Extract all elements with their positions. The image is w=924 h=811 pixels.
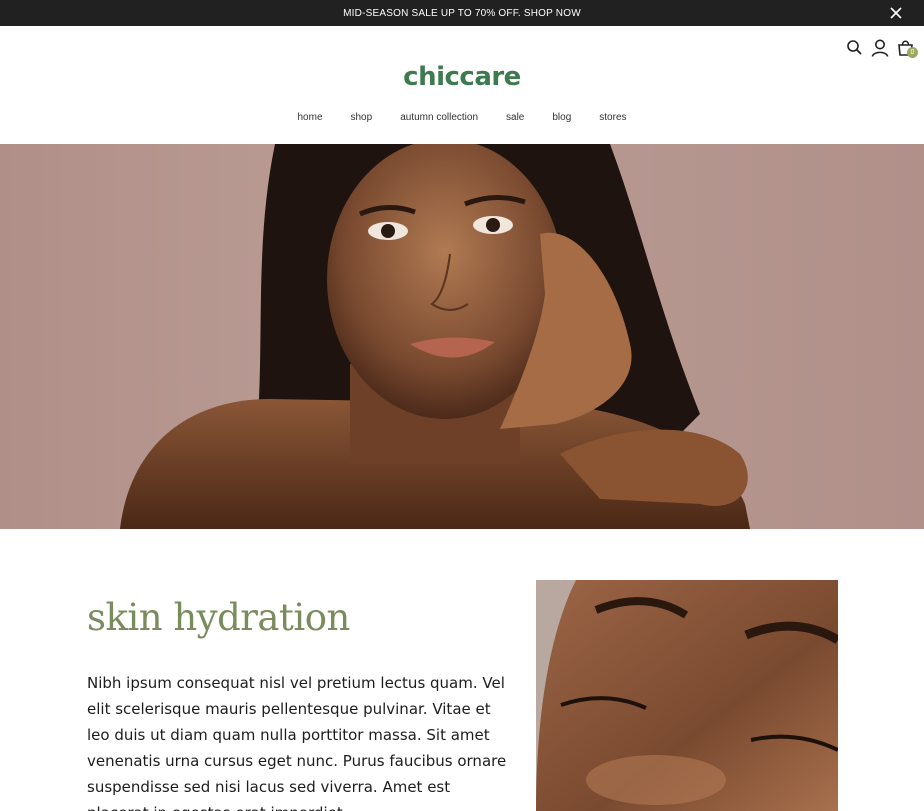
closeup-eye-image: [536, 580, 838, 811]
nav-item-stores[interactable]: stores: [599, 112, 626, 123]
search-icon[interactable]: [845, 38, 865, 58]
main-nav: home shop autumn collection sale blog st…: [0, 112, 924, 123]
nav-item-home[interactable]: home: [297, 112, 322, 123]
hero-image: [0, 144, 924, 529]
nav-item-autumn-collection[interactable]: autumn collection: [400, 112, 478, 123]
nav-item-sale[interactable]: sale: [506, 112, 524, 123]
section-heading: skin hydration: [87, 596, 350, 639]
cart-count-badge: 0: [907, 47, 918, 58]
nav-item-shop[interactable]: shop: [351, 112, 373, 123]
user-icon[interactable]: [870, 38, 890, 58]
nav-item-blog[interactable]: blog: [552, 112, 571, 123]
close-icon[interactable]: [888, 5, 904, 21]
cart-icon[interactable]: 0: [896, 38, 918, 58]
site-logo[interactable]: chiccare: [0, 62, 924, 92]
announcement-link[interactable]: MID-SEASON SALE UP TO 70% OFF. SHOP NOW: [343, 8, 581, 19]
section-paragraph: Nibh ipsum consequat nisl vel pretium le…: [87, 674, 507, 811]
site-header: 0 chiccare home shop autumn collection s…: [0, 26, 924, 144]
announcement-bar: MID-SEASON SALE UP TO 70% OFF. SHOP NOW: [0, 0, 924, 26]
